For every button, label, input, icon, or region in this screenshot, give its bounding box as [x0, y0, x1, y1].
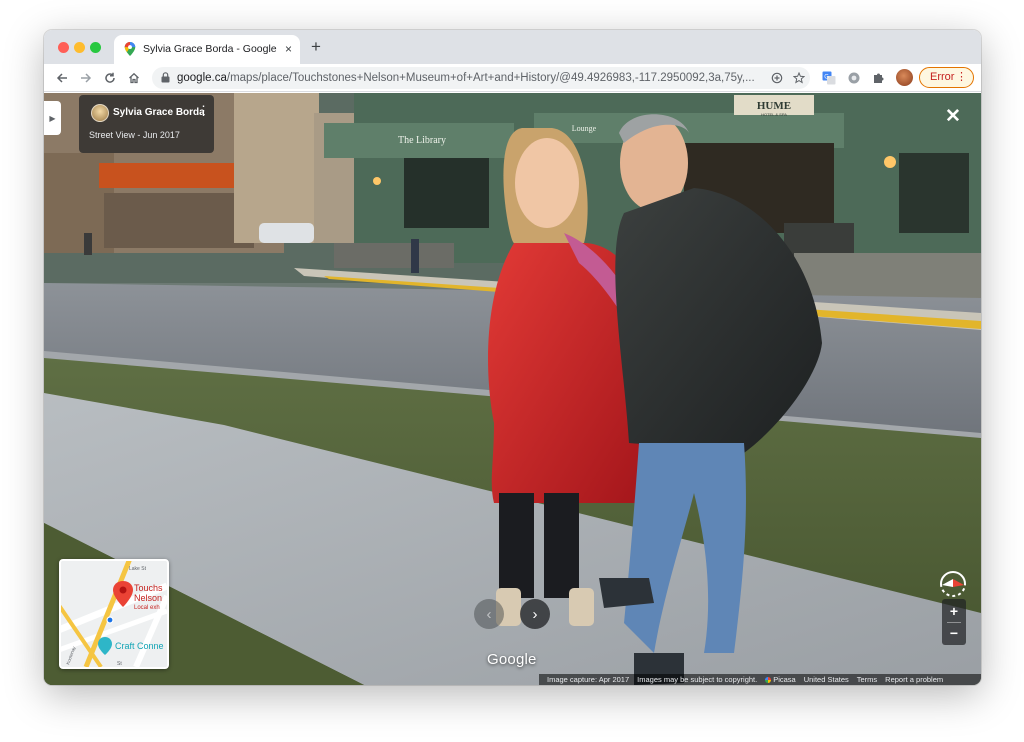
minimize-window-button[interactable] [74, 42, 85, 53]
minimap[interactable]: Lake St Touchs Nelson Local exh Craft Co… [59, 559, 169, 669]
previous-arrow-button[interactable]: ‹ [474, 599, 504, 629]
terms-link[interactable]: Terms [857, 675, 877, 684]
browser-window: Sylvia Grace Borda - Google M × + google… [44, 30, 981, 685]
back-icon[interactable] [52, 68, 72, 88]
minimap-street-st: St [117, 661, 122, 667]
lock-icon[interactable] [161, 72, 170, 83]
contributor-name[interactable]: Sylvia Grace Borda [113, 107, 205, 118]
tab-title: Sylvia Grace Borda - Google M [143, 43, 279, 55]
maximize-window-button[interactable] [90, 42, 101, 53]
sign-hume-sub: HOTEL & SPA [761, 112, 787, 117]
browser-toolbar: google.ca/maps/place/Touchstones+Nelson+… [44, 64, 981, 92]
capture-date: Street View - Jun 2017 [89, 130, 180, 140]
extension-icon[interactable] [845, 69, 863, 87]
next-arrow-button[interactable]: › [520, 599, 550, 629]
sign-lounge: Lounge [572, 124, 597, 133]
browser-menu-icon[interactable]: ⋮ [956, 68, 967, 87]
zoom-plus-icon[interactable] [769, 70, 785, 86]
zoom-out-button[interactable]: − [942, 622, 966, 644]
zoom-in-button[interactable]: + [942, 600, 966, 622]
minimap-place-1c: Local exh [134, 605, 160, 611]
star-icon[interactable] [791, 70, 807, 86]
profile-error-button[interactable]: Error ⋮ [919, 67, 974, 88]
forward-icon[interactable] [76, 68, 96, 88]
address-bar[interactable]: google.ca/maps/place/Touchstones+Nelson+… [152, 67, 810, 89]
contributor-avatar[interactable] [91, 104, 109, 122]
minimap-street-lake: Lake St [129, 566, 147, 572]
svg-text:G: G [824, 75, 829, 81]
minimap-canvas: Lake St Touchs Nelson Local exh Craft Co… [61, 561, 167, 667]
tab-strip: Sylvia Grace Borda - Google M × + [44, 30, 981, 64]
map-footer: Image capture: Apr 2017 Images may be su… [539, 674, 981, 685]
compass-icon[interactable] [936, 567, 970, 601]
close-street-view-icon[interactable]: ✕ [945, 107, 961, 127]
home-icon[interactable] [124, 68, 144, 88]
tab-close-icon[interactable]: × [285, 41, 292, 57]
sign-hume: HUME [757, 100, 791, 112]
side-panel-toggle[interactable]: ▶ [44, 101, 61, 135]
new-tab-button[interactable]: + [311, 37, 321, 57]
more-options-icon[interactable]: ⋮ [197, 103, 210, 119]
minimap-place-1b: Nelson [134, 593, 162, 603]
street-view-photo: HUME HOTEL & SPA The Library Lounge [44, 93, 981, 685]
error-label: Error [930, 71, 955, 83]
reload-icon[interactable] [100, 68, 120, 88]
tab-google-maps[interactable]: Sylvia Grace Borda - Google M × [114, 35, 300, 64]
zoom-controls: + − [942, 599, 966, 645]
minimap-place-1a: Touchs [134, 583, 163, 593]
puzzle-icon[interactable] [870, 69, 888, 87]
country-link[interactable]: United States [804, 675, 849, 684]
street-view-panorama[interactable]: HUME HOTEL & SPA The Library Lounge ▶ Sy… [44, 93, 981, 685]
image-capture-date: Image capture: Apr 2017 [547, 675, 630, 684]
report-problem-link[interactable]: Report a problem [885, 675, 943, 684]
contributor-card: Sylvia Grace Borda ⋮ Street View - Jun 2… [79, 95, 214, 153]
minimap-place-2: Craft Conne [115, 641, 164, 651]
copyright-notice: Images may be subject to copyright. [637, 675, 758, 684]
close-window-button[interactable] [58, 42, 69, 53]
google-maps-icon [124, 42, 136, 56]
url-text: google.ca/maps/place/Touchstones+Nelson+… [177, 72, 755, 84]
profile-avatar[interactable] [896, 69, 913, 86]
picasa-link[interactable]: Picasa [765, 675, 796, 684]
google-logo: Google [487, 651, 537, 668]
translate-icon[interactable]: G [820, 69, 838, 87]
sign-library: The Library [398, 135, 446, 146]
picasa-icon [765, 676, 772, 683]
